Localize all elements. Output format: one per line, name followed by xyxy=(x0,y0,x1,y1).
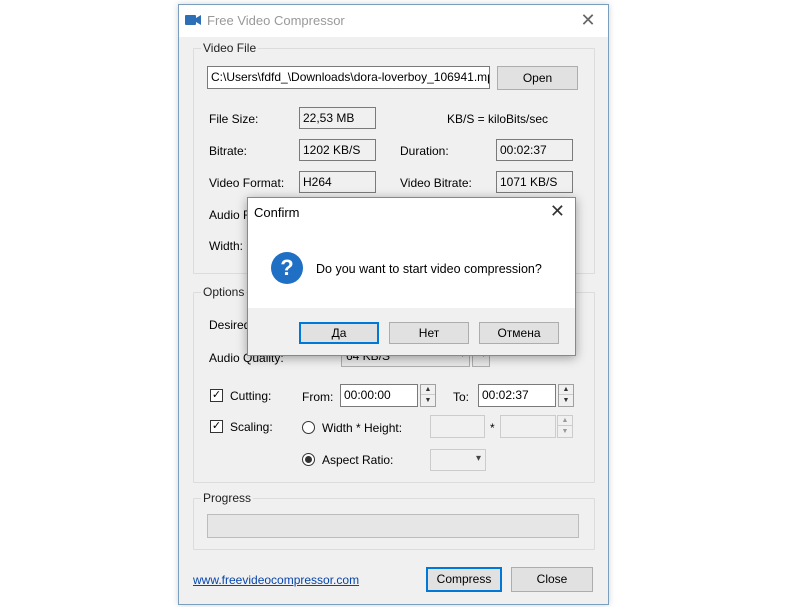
video-camera-icon xyxy=(185,15,201,25)
arrow-up-icon[interactable]: ▲ xyxy=(558,416,572,426)
yes-button[interactable]: Да xyxy=(299,322,379,344)
bitrate-value: 1202 KB/S xyxy=(299,139,376,161)
file-path-input[interactable]: C:\Users\fdfd_\Downloads\dora-loverboy_1… xyxy=(207,66,490,89)
progress-bar xyxy=(207,514,579,538)
arrow-down-icon[interactable]: ▼ xyxy=(559,396,573,406)
scaling-checkbox[interactable]: ✓ xyxy=(210,420,223,433)
chevron-down-icon: ▾ xyxy=(475,453,481,464)
arrow-down-icon[interactable]: ▼ xyxy=(421,396,435,406)
scale-width-input[interactable] xyxy=(430,415,485,438)
duration-label: Duration: xyxy=(400,144,449,158)
close-button[interactable]: Close xyxy=(511,567,593,592)
aspect-ratio-radio[interactable] xyxy=(302,453,315,466)
close-icon[interactable]: ✕ xyxy=(550,201,565,222)
file-size-value: 22,53 MB xyxy=(299,107,376,129)
video-format-value: H264 xyxy=(299,171,376,193)
cutting-checkbox[interactable]: ✓ xyxy=(210,389,223,402)
video-file-group-label: Video File xyxy=(201,41,259,55)
question-icon: ? xyxy=(271,252,303,284)
aspect-ratio-select[interactable]: ▾ xyxy=(430,449,486,471)
compress-button[interactable]: Compress xyxy=(426,567,502,592)
file-size-label: File Size: xyxy=(209,112,259,126)
dialog-title: Confirm xyxy=(254,205,300,220)
duration-value: 00:02:37 xyxy=(496,139,573,161)
options-group-label: Options xyxy=(201,285,247,299)
width-height-radio[interactable] xyxy=(302,421,315,434)
video-format-label: Video Format: xyxy=(209,176,285,190)
title-bar: Free Video Compressor ✕ xyxy=(179,5,608,37)
arrow-up-icon[interactable]: ▲ xyxy=(559,385,573,395)
arrow-up-icon[interactable]: ▲ xyxy=(421,385,435,395)
scaling-label: Scaling: xyxy=(230,420,273,434)
to-label: To: xyxy=(453,390,470,404)
to-time-input[interactable]: 00:02:37 xyxy=(478,384,556,407)
window-title: Free Video Compressor xyxy=(207,13,345,28)
width-height-label: Width * Height: xyxy=(322,421,403,435)
width-label: Width: xyxy=(209,239,244,253)
confirm-dialog: Confirm ✕ ? Do you want to start video c… xyxy=(247,197,576,356)
open-button[interactable]: Open xyxy=(497,66,578,90)
bitrate-label: Bitrate: xyxy=(209,144,248,158)
audio-format-label: Audio F xyxy=(209,208,251,222)
video-bitrate-value: 1071 KB/S xyxy=(496,171,573,193)
progress-group-label: Progress xyxy=(201,491,254,505)
desired-size-label: Desired xyxy=(209,318,251,332)
website-link[interactable]: www.freevideocompressor.com xyxy=(193,573,359,587)
cutting-label: Cutting: xyxy=(230,389,272,403)
times-sign: * xyxy=(490,421,495,435)
scale-height-spinner[interactable]: ▲ ▼ xyxy=(557,415,573,438)
arrow-down-icon[interactable]: ▼ xyxy=(558,427,572,437)
no-button[interactable]: Нет xyxy=(389,322,469,344)
video-bitrate-label: Video Bitrate: xyxy=(400,176,472,190)
units-note: KB/S = kiloBits/sec xyxy=(447,112,549,126)
scale-height-input[interactable] xyxy=(500,415,556,438)
close-icon[interactable]: ✕ xyxy=(578,10,598,30)
to-time-spinner[interactable]: ▲ ▼ xyxy=(558,384,574,407)
from-time-spinner[interactable]: ▲ ▼ xyxy=(420,384,436,407)
aspect-ratio-label: Aspect Ratio: xyxy=(322,453,394,467)
from-label: From: xyxy=(302,390,334,404)
dialog-message: Do you want to start video compression? xyxy=(316,262,542,276)
cancel-button[interactable]: Отмена xyxy=(479,322,559,344)
from-time-input[interactable]: 00:00:00 xyxy=(340,384,418,407)
